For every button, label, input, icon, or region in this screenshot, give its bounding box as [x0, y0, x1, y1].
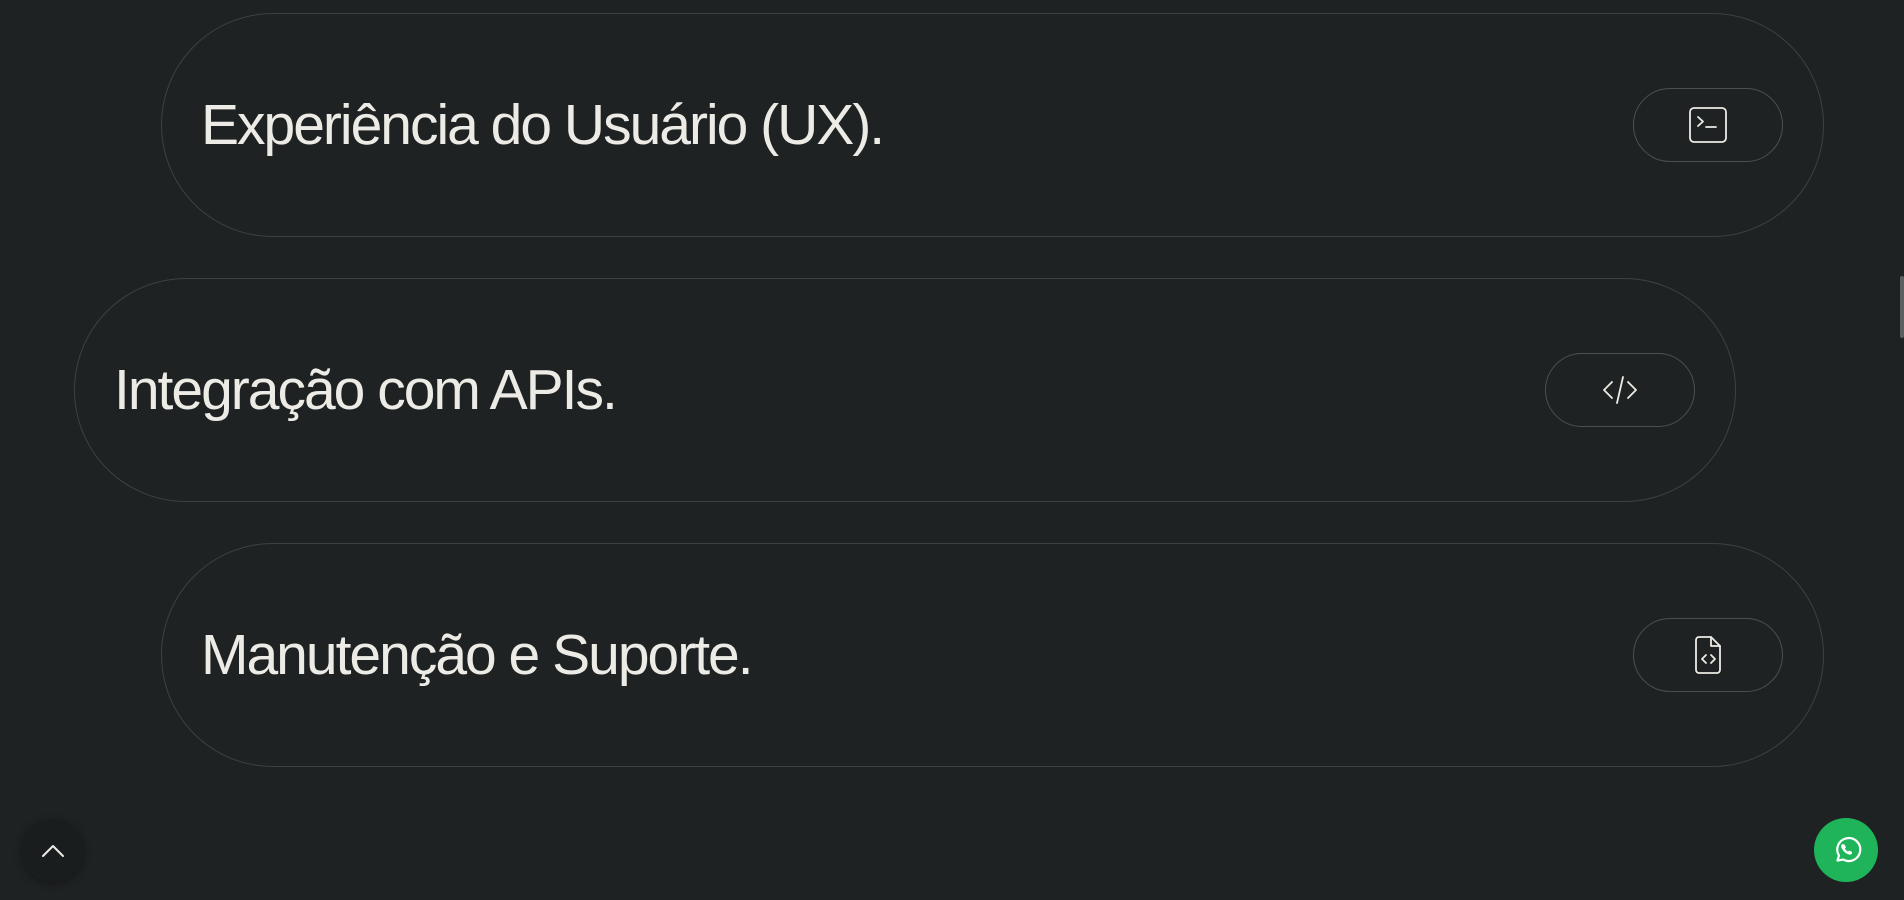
chevron-up-icon	[41, 844, 64, 857]
service-card-apis: Integração com APIs.	[74, 278, 1736, 502]
service-card-support: Manutenção e Suporte.	[161, 543, 1824, 767]
service-icon-button[interactable]	[1633, 88, 1783, 162]
service-card-ux: Experiência do Usuário (UX).	[161, 13, 1824, 237]
service-icon-button[interactable]	[1545, 353, 1695, 427]
service-icon-button[interactable]	[1633, 618, 1783, 692]
whatsapp-icon	[1836, 836, 1862, 863]
whatsapp-button[interactable]	[1814, 818, 1878, 882]
terminal-icon	[1689, 107, 1727, 143]
service-title: Manutenção e Suporte.	[201, 623, 754, 687]
scrollbar-thumb[interactable]	[1900, 276, 1904, 338]
service-title: Experiência do Usuário (UX).	[201, 93, 885, 157]
code-icon	[1603, 376, 1637, 404]
code-file-icon	[1695, 636, 1721, 674]
scroll-to-top-button[interactable]	[21, 819, 84, 882]
service-title: Integração com APIs.	[114, 358, 618, 422]
